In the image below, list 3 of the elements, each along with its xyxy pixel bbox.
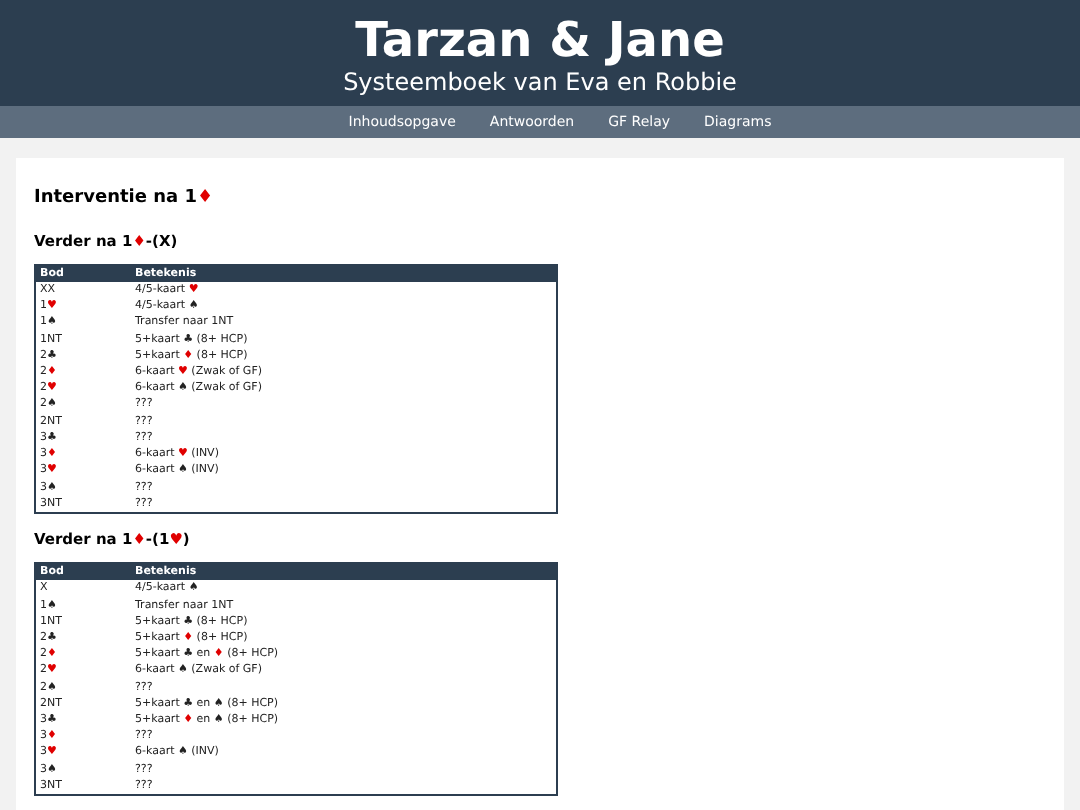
site-subtitle: Systeemboek van Eva en Robbie (343, 68, 737, 96)
section-heading: Interventie na 1♦ (34, 186, 216, 213)
site-title: Tarzan & Jane (355, 12, 725, 68)
